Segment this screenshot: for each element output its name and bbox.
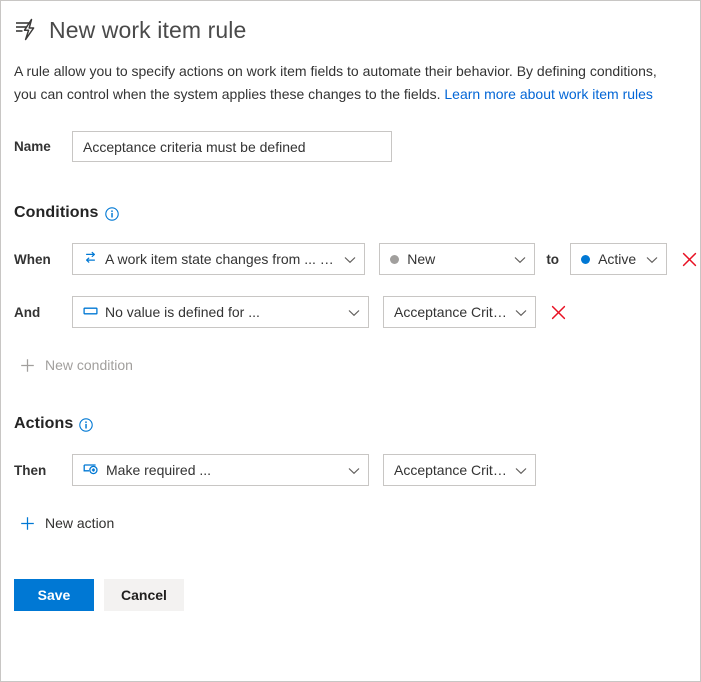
page-header: New work item rule [1, 1, 700, 47]
condition-type-value: A work item state changes from ... to ..… [105, 251, 337, 267]
close-icon [551, 305, 565, 319]
condition-row-and: And No value is defined for ... Acceptan… [14, 296, 700, 328]
cancel-button[interactable]: Cancel [104, 579, 184, 611]
new-action-label: New action [45, 515, 115, 531]
plus-icon [20, 358, 35, 373]
condition-type-value-2: No value is defined for ... [105, 304, 260, 320]
action-field-dropdown[interactable]: Acceptance Criteria [383, 454, 536, 486]
action-type-value: Make required ... [106, 462, 212, 478]
new-condition-label: New condition [45, 357, 133, 373]
conditions-title: Conditions [14, 204, 99, 221]
action-row-then: Then Make required ... Acceptance Criter… [14, 454, 700, 486]
condition-row-when: When A work item state changes from ... … [14, 243, 700, 275]
name-input[interactable] [72, 131, 392, 162]
condition-type-dropdown-2[interactable]: No value is defined for ... [72, 296, 369, 328]
condition-prefix-when: When [14, 251, 51, 267]
new-condition-button[interactable]: New condition [20, 357, 700, 373]
delete-condition-button-when[interactable] [678, 248, 700, 270]
make-required-icon [83, 462, 99, 478]
delete-condition-button-and[interactable] [547, 301, 569, 323]
action-prefix-then: Then [14, 462, 47, 478]
condition-to-state-value: Active [598, 251, 637, 267]
condition-field-dropdown[interactable]: Acceptance Criteria [383, 296, 536, 328]
field-box-icon [83, 304, 98, 320]
description-text: A rule allow you to specify actions on w… [14, 60, 679, 106]
chevron-down-icon [646, 251, 658, 267]
condition-from-state-dropdown[interactable]: New [379, 243, 536, 275]
footer-buttons: Save Cancel [14, 579, 700, 611]
chevron-down-icon [514, 251, 526, 267]
action-type-dropdown[interactable]: Make required ... [72, 454, 369, 486]
page-title: New work item rule [49, 17, 247, 43]
chevron-down-icon [515, 304, 527, 320]
state-transition-icon [83, 251, 98, 267]
condition-to-state-dropdown[interactable]: Active [570, 243, 667, 275]
state-dot-to [581, 254, 591, 264]
conditions-section-header: Conditions [14, 204, 700, 222]
actions-title: Actions [14, 415, 74, 432]
state-dot-from [390, 254, 400, 264]
close-icon [682, 252, 696, 266]
work-item-rule-bolt-icon [14, 17, 40, 43]
info-icon[interactable] [104, 207, 119, 221]
chevron-down-icon [515, 462, 527, 478]
learn-more-link[interactable]: Learn more about work item rules [444, 86, 653, 102]
chevron-down-icon [348, 462, 360, 478]
new-action-button[interactable]: New action [20, 515, 700, 531]
chevron-down-icon [348, 304, 360, 320]
actions-section-header: Actions [14, 415, 700, 433]
save-button[interactable]: Save [14, 579, 94, 611]
condition-prefix-and: And [14, 304, 41, 320]
condition-field-value: Acceptance Criteria [394, 304, 507, 320]
action-field-value: Acceptance Criteria [394, 462, 507, 478]
chevron-down-icon [344, 251, 356, 267]
condition-joiner-to: to [546, 251, 560, 267]
name-label: Name [14, 139, 51, 154]
plus-icon [20, 516, 35, 531]
condition-type-dropdown[interactable]: A work item state changes from ... to ..… [72, 243, 366, 275]
condition-from-state-value: New [407, 251, 436, 267]
new-work-item-rule-panel: New work item rule A rule allow you to s… [0, 0, 701, 682]
name-field-row: Name [14, 131, 700, 162]
info-icon[interactable] [79, 418, 94, 432]
